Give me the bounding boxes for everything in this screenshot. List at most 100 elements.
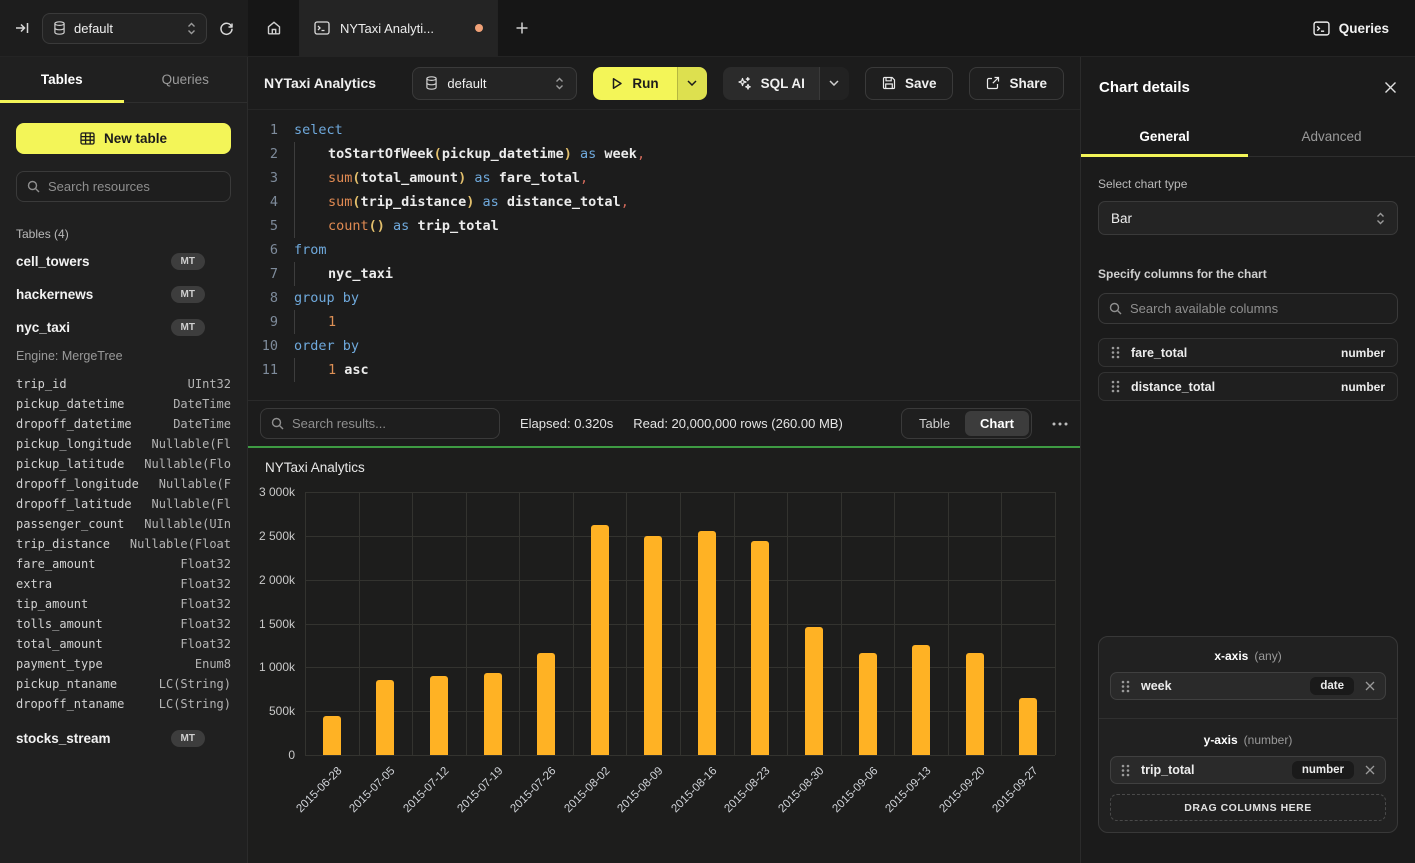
chart-panel: NYTaxi Analytics 0500k1 000k1 500k2 000k… [248, 446, 1080, 863]
x-axis-tick-label: 2015-08-23 [723, 765, 773, 815]
line-number: 7 [248, 262, 294, 286]
columns-search-input[interactable] [1130, 301, 1387, 316]
chart-bar[interactable] [698, 531, 716, 755]
share-button-label: Share [1009, 76, 1047, 91]
run-button-label: Run [632, 76, 658, 91]
elapsed-stat: Elapsed: 0.320s [520, 416, 613, 431]
refresh-button[interactable] [219, 21, 234, 36]
table-column-row: fare_amountFloat32 [16, 554, 231, 574]
y-axis-column-type-badge: number [1292, 761, 1354, 779]
x-axis-column-pill[interactable]: weekdate [1110, 672, 1386, 700]
share-button[interactable]: Share [969, 67, 1064, 100]
gridline-vertical [412, 492, 413, 755]
columns-search[interactable] [1098, 293, 1398, 324]
table-row[interactable]: nyc_taxiMT [16, 311, 231, 344]
main-area: NYTaxi Analytics default [248, 57, 1080, 863]
more-options-button[interactable] [1052, 422, 1068, 426]
sql-ai-button[interactable]: SQL AI [723, 67, 819, 100]
chart-bar[interactable] [644, 536, 662, 755]
table-column-row: dropoff_ntanameLC(String) [16, 694, 231, 714]
sidebar-database-selector[interactable]: default [42, 13, 207, 44]
view-toggle-table[interactable]: Table [904, 411, 965, 436]
code-token [474, 190, 482, 214]
sidebar-tab-queries[interactable]: Queries [124, 57, 248, 102]
x-axis-tick-label: 2015-08-30 [776, 765, 826, 815]
run-button[interactable]: Run [593, 67, 676, 100]
code-line: 5count() as trip_total [248, 214, 1080, 238]
chart-bar[interactable] [966, 653, 984, 755]
close-panel-button[interactable] [1384, 81, 1397, 94]
code-token: () [369, 214, 385, 238]
chart-bar[interactable] [859, 653, 877, 755]
chart-bar[interactable] [323, 716, 341, 755]
code-token: asc [344, 358, 368, 382]
code-token [409, 214, 417, 238]
chart-bar[interactable] [430, 676, 448, 755]
indent-guide [294, 214, 328, 238]
database-icon [53, 21, 66, 35]
save-button[interactable]: Save [865, 67, 954, 100]
search-icon [1109, 302, 1122, 315]
remove-column-button[interactable] [1365, 681, 1375, 691]
table-row[interactable]: hackernewsMT [16, 278, 231, 311]
chart-details-header: Chart details [1081, 57, 1415, 117]
code-token: toStartOfWeek [328, 142, 434, 166]
view-toggle-chart[interactable]: Chart [965, 411, 1029, 436]
remove-column-button[interactable] [1365, 765, 1375, 775]
chart-bar[interactable] [591, 525, 609, 755]
chart-bar[interactable] [484, 673, 502, 755]
table-icon [80, 132, 95, 145]
chart-bar[interactable] [376, 680, 394, 755]
code-token: ( [434, 142, 442, 166]
drop-zone[interactable]: DRAG COLUMNS HERE [1110, 794, 1386, 821]
table-row[interactable]: stocks_streamMT [16, 722, 231, 755]
queries-button[interactable]: Queries [1313, 21, 1389, 36]
run-options-button[interactable] [677, 67, 707, 100]
resource-search-input[interactable] [48, 179, 220, 194]
results-search[interactable] [260, 408, 500, 439]
available-column-pill[interactable]: distance_totalnumber [1098, 372, 1398, 401]
table-column-row: extraFloat32 [16, 574, 231, 594]
chart-bar[interactable] [1019, 698, 1037, 755]
query-database-selector[interactable]: default [412, 67, 577, 100]
collapse-sidebar-button[interactable] [14, 20, 30, 36]
code-token: pickup_datetime [442, 142, 564, 166]
table-row[interactable]: cell_towersMT [16, 245, 231, 278]
table-column-row: trip_distanceNullable(Float [16, 534, 231, 554]
sql-ai-options-button[interactable] [819, 67, 849, 100]
chart-bar[interactable] [805, 627, 823, 755]
chart-bar[interactable] [537, 653, 555, 755]
tab-advanced[interactable]: Advanced [1248, 117, 1415, 156]
y-axis-tick-label: 1 000k [259, 660, 295, 674]
chevron-down-icon [829, 80, 839, 86]
results-search-input[interactable] [292, 416, 489, 431]
code-token [596, 142, 604, 166]
tab-general[interactable]: General [1081, 117, 1248, 156]
home-tab[interactable] [248, 0, 300, 56]
column-name: dropoff_latitude [16, 494, 132, 514]
code-line: 4sum(trip_distance) as distance_total, [248, 190, 1080, 214]
resource-search[interactable] [16, 171, 231, 202]
gridline-vertical [894, 492, 895, 755]
chart-type-select[interactable]: Bar [1098, 201, 1398, 235]
sidebar-tab-tables[interactable]: Tables [0, 57, 124, 102]
query-header: NYTaxi Analytics default [248, 57, 1080, 110]
new-table-button[interactable]: New table [16, 123, 231, 154]
chart-details-title: Chart details [1099, 79, 1190, 96]
code-token: total_amount [361, 166, 459, 190]
sidebar-tab-queries-label: Queries [162, 72, 209, 87]
available-column-pill[interactable]: fare_totalnumber [1098, 338, 1398, 367]
chart-bar[interactable] [912, 645, 930, 755]
columns-section-label: Specify columns for the chart [1098, 267, 1398, 281]
query-tab[interactable]: NYTaxi Analyti... [300, 0, 498, 56]
column-name: payment_type [16, 654, 103, 674]
column-name: pickup_datetime [16, 394, 124, 414]
column-type: Nullable(Fl [152, 434, 231, 454]
chart-bar[interactable] [751, 541, 769, 755]
y-axis-column-pill[interactable]: trip_total number [1110, 756, 1386, 784]
sql-editor[interactable]: 1select2toStartOfWeek(pickup_datetime) a… [248, 110, 1080, 400]
y-axis-column-name: trip_total [1141, 763, 1194, 777]
new-tab-button[interactable] [498, 0, 546, 56]
column-type: Nullable(Flo [144, 454, 231, 474]
gridline-vertical [680, 492, 681, 755]
